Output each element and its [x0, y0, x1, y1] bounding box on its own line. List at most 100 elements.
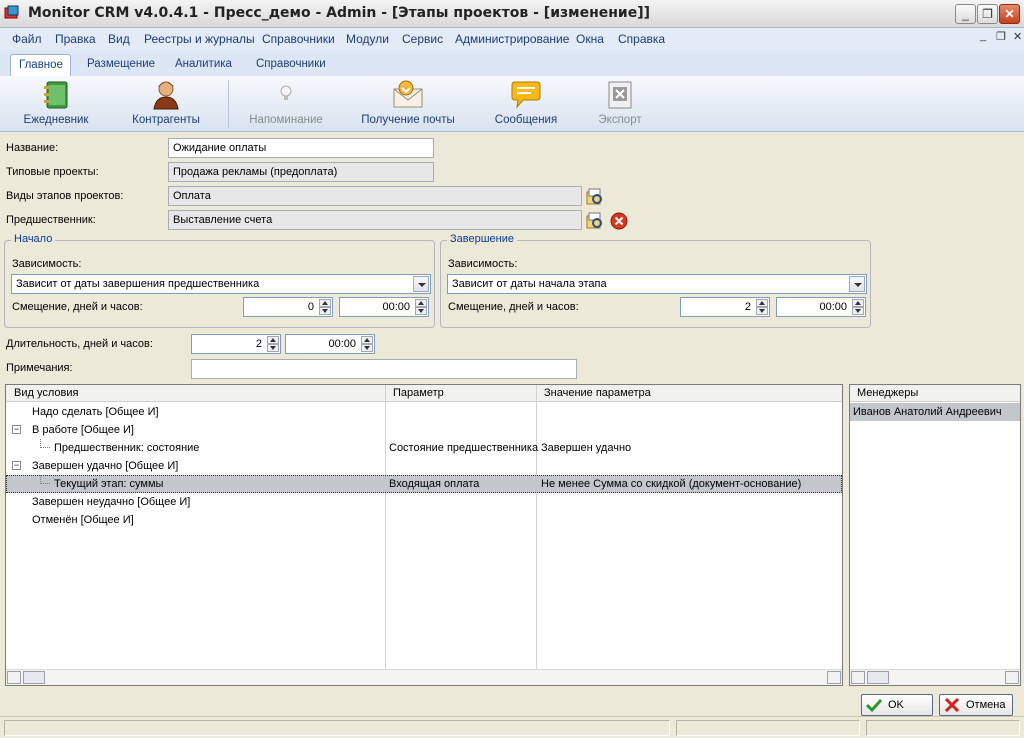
menu-view[interactable]: Вид — [108, 32, 130, 46]
collapse-icon[interactable]: − — [12, 425, 21, 434]
name-label: Название: — [6, 142, 59, 154]
chevron-down-icon[interactable] — [849, 276, 865, 292]
horizontal-scrollbar[interactable] — [850, 669, 1020, 685]
start-group: Начало Зависимость: Зависит от даты заве… — [4, 233, 435, 328]
spin-down-icon[interactable] — [267, 344, 279, 352]
table-row[interactable]: Завершен неудачно [Общее И] — [6, 493, 842, 511]
duration-time-stepper[interactable]: 00:00 — [285, 334, 375, 354]
export-button[interactable]: Экспорт — [592, 76, 648, 132]
spin-down-icon[interactable] — [415, 307, 427, 315]
spin-up-icon[interactable] — [852, 299, 864, 307]
scroll-right-icon[interactable] — [827, 671, 841, 684]
mdi-minimize-button[interactable]: _ — [980, 30, 986, 42]
end-offset-time-stepper[interactable]: 00:00 — [776, 297, 866, 317]
list-item[interactable]: Иванов Анатолий Андреевич — [850, 403, 1020, 421]
table-row[interactable]: Предшественник: состояние Состояние пред… — [6, 439, 842, 457]
person-icon — [153, 81, 179, 110]
end-offset-time-value: 00:00 — [819, 301, 847, 313]
horizontal-scrollbar[interactable] — [6, 669, 842, 685]
start-offset-days-stepper[interactable]: 0 — [243, 297, 333, 317]
status-pane — [866, 720, 1020, 736]
get-mail-button[interactable]: Получение почты — [360, 76, 456, 132]
scroll-right-icon[interactable] — [1005, 671, 1019, 684]
table-row[interactable]: − Завершен удачно [Общее И] — [6, 457, 842, 475]
spin-down-icon[interactable] — [852, 307, 864, 315]
menu-file[interactable]: Файл — [12, 32, 42, 46]
messages-label: Сообщения — [494, 114, 558, 126]
messages-button[interactable]: Сообщения — [494, 76, 558, 132]
conditions-header: Вид условия Параметр Значение параметра — [6, 385, 842, 402]
tab-references[interactable]: Справочники — [248, 54, 334, 76]
spin-up-icon[interactable] — [756, 299, 768, 307]
cell-value: Завершен удачно — [541, 442, 632, 454]
ok-button[interactable]: OK — [861, 694, 933, 716]
column-header-value[interactable]: Значение параметра — [544, 387, 651, 399]
menu-administration[interactable]: Администрирование — [455, 32, 569, 46]
column-header-condition[interactable]: Вид условия — [14, 387, 78, 399]
diary-button[interactable]: Ежедневник — [20, 76, 92, 132]
menu-help[interactable]: Справка — [618, 32, 665, 46]
clear-icon[interactable] — [610, 212, 628, 230]
restore-button[interactable]: ❐ — [977, 4, 998, 24]
start-offset-label: Смещение, дней и часов: — [12, 301, 143, 313]
cancel-button[interactable]: Отмена — [939, 694, 1013, 716]
cell-condition: Отменён [Общее И] — [32, 514, 134, 526]
title-bar: Monitor CRM v4.0.4.1 - Пресс_демо - Admi… — [0, 0, 1024, 28]
scroll-thumb[interactable] — [23, 671, 45, 684]
column-header-parameter[interactable]: Параметр — [393, 387, 444, 399]
ribbon-tabs: Главное Размещение Аналитика Справочники — [0, 50, 1024, 76]
menu-service[interactable]: Сервис — [402, 32, 443, 46]
end-dependency-select[interactable]: Зависит от даты начала этапа — [447, 274, 867, 294]
close-button[interactable]: ✕ — [999, 4, 1020, 24]
menu-modules[interactable]: Модули — [346, 32, 389, 46]
ok-label: OK — [888, 699, 904, 711]
scroll-left-icon[interactable] — [7, 671, 21, 684]
contractors-button[interactable]: Контрагенты — [126, 76, 206, 132]
spin-up-icon[interactable] — [319, 299, 331, 307]
reminder-button[interactable]: Напоминание — [248, 76, 324, 132]
select-lookup-icon[interactable] — [586, 212, 604, 230]
start-offset-time-stepper[interactable]: 00:00 — [339, 297, 429, 317]
end-dependency-value: Зависит от даты начала этапа — [452, 278, 607, 290]
end-offset-days-stepper[interactable]: 2 — [680, 297, 770, 317]
column-header-managers[interactable]: Менеджеры — [857, 387, 918, 399]
table-row[interactable]: Отменён [Общее И] — [6, 511, 842, 529]
spin-up-icon[interactable] — [267, 336, 279, 344]
start-dependency-value: Зависит от даты завершения предшественни… — [16, 278, 260, 290]
end-offset-label: Смещение, дней и часов: — [448, 301, 579, 313]
name-input[interactable]: Ожидание оплаты — [168, 138, 434, 158]
menu-references[interactable]: Справочники — [262, 32, 335, 46]
menu-registers[interactable]: Реестры и журналы — [144, 32, 255, 46]
tab-placement[interactable]: Размещение — [79, 54, 163, 76]
spin-up-icon[interactable] — [415, 299, 427, 307]
table-row[interactable]: Надо сделать [Общее И] — [6, 403, 842, 421]
message-icon — [511, 81, 541, 109]
spin-up-icon[interactable] — [361, 336, 373, 344]
collapse-icon[interactable]: − — [12, 461, 21, 470]
tab-main[interactable]: Главное — [10, 54, 71, 76]
select-lookup-icon[interactable] — [586, 188, 604, 206]
chevron-down-icon[interactable] — [413, 276, 429, 292]
spin-down-icon[interactable] — [361, 344, 373, 352]
tab-analytics[interactable]: Аналитика — [167, 54, 240, 76]
cell-condition: Предшественник: состояние — [54, 442, 200, 454]
menu-windows[interactable]: Окна — [576, 32, 604, 46]
duration-days-stepper[interactable]: 2 — [191, 334, 281, 354]
duration-time-value: 00:00 — [328, 338, 356, 350]
table-row[interactable]: − В работе [Общее И] — [6, 421, 842, 439]
scroll-left-icon[interactable] — [851, 671, 865, 684]
spin-down-icon[interactable] — [319, 307, 331, 315]
notes-input[interactable] — [191, 359, 577, 379]
managers-header: Менеджеры — [850, 385, 1020, 402]
mdi-close-button[interactable]: ✕ — [1013, 30, 1022, 43]
menu-edit[interactable]: Правка — [55, 32, 96, 46]
spin-down-icon[interactable] — [756, 307, 768, 315]
minimize-button[interactable]: _ — [955, 4, 976, 24]
duration-days-value: 2 — [255, 338, 262, 350]
status-pane — [676, 720, 860, 736]
reminder-label: Напоминание — [249, 114, 323, 126]
scroll-thumb[interactable] — [867, 671, 889, 684]
table-row-selected[interactable]: Текущий этап: суммы Входящая оплата Не м… — [6, 475, 842, 493]
start-dependency-select[interactable]: Зависит от даты завершения предшественни… — [11, 274, 431, 294]
mdi-restore-button[interactable]: ❐ — [996, 30, 1006, 43]
